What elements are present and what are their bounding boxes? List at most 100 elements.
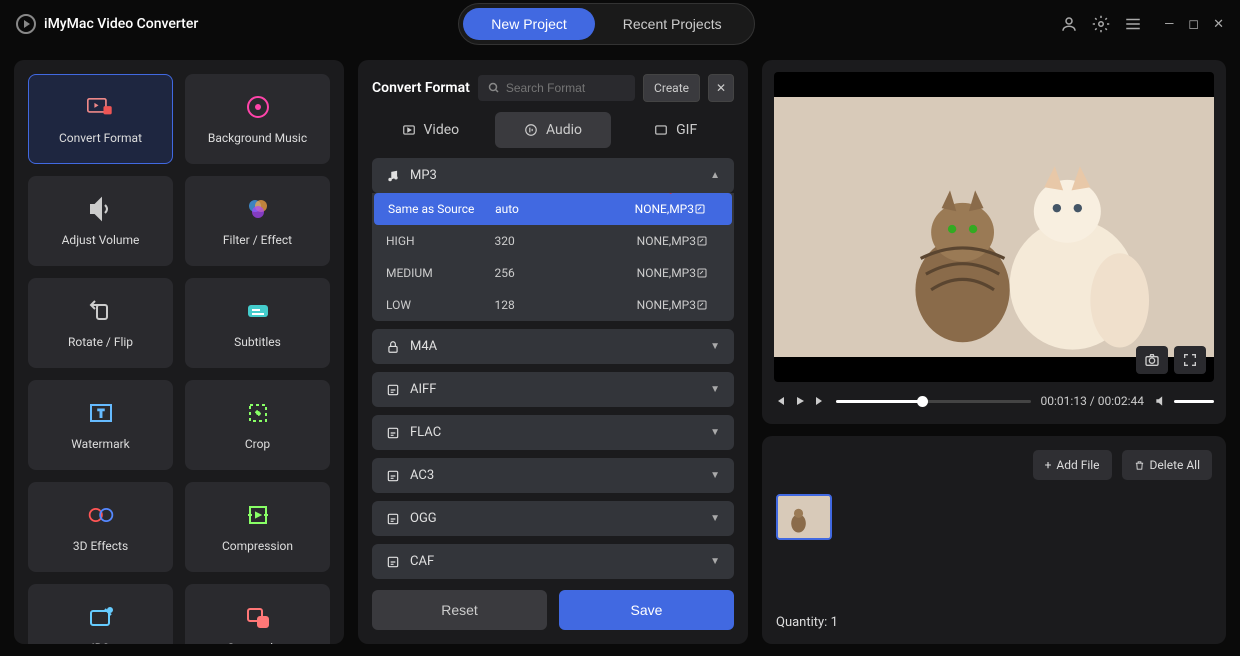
volume-slider[interactable] <box>1174 400 1214 403</box>
tab-video[interactable]: Video <box>372 112 489 148</box>
sidebar-item-label: Screenshot <box>227 641 287 644</box>
progress-bar[interactable] <box>836 400 1031 403</box>
sidebar-item-crop[interactable]: Crop <box>185 380 330 470</box>
format-mp3[interactable]: MP3 ▲ <box>372 158 734 193</box>
quality-label: Same as Source <box>388 202 495 216</box>
volume-control[interactable] <box>1154 394 1214 408</box>
right-column: 00:01:13 / 00:02:44 + Add File Delete Al… <box>762 60 1226 644</box>
quality-row-medium[interactable]: MEDIUM 256 NONE,MP3 <box>372 257 734 289</box>
video-frame[interactable] <box>774 72 1214 382</box>
chevron-down-icon: ▼ <box>710 427 720 438</box>
account-icon[interactable] <box>1060 15 1078 33</box>
sidebar-item-adjust-volume[interactable]: Adjust Volume <box>28 176 173 266</box>
prev-button[interactable] <box>774 395 786 407</box>
sidebar-item-filter-effect[interactable]: Filter / Effect <box>185 176 330 266</box>
gear-icon[interactable] <box>1092 15 1110 33</box>
delete-all-button[interactable]: Delete All <box>1122 450 1212 480</box>
add-file-label: Add File <box>1056 458 1099 472</box>
format-ogg[interactable]: OGG ▼ <box>372 501 734 536</box>
format-name: AC3 <box>410 468 434 483</box>
sidebar-item-3d-effects[interactable]: 3D Effects <box>28 482 173 572</box>
close-panel-button[interactable]: ✕ <box>708 74 734 102</box>
sidebar-item-screenshot[interactable]: Screenshot <box>185 584 330 644</box>
app-logo-icon <box>16 14 36 34</box>
convert-header: Convert Format Create ✕ <box>372 74 734 102</box>
format-name: MP3 <box>410 168 437 183</box>
format-aiff[interactable]: AIFF ▼ <box>372 372 734 407</box>
create-button[interactable]: Create <box>643 74 700 102</box>
edit-icon[interactable] <box>696 267 720 279</box>
time-display: 00:01:13 / 00:02:44 <box>1041 394 1144 408</box>
tool-grid: Convert Format Background Music Adjust V… <box>28 74 330 644</box>
sidebar-item-label: Background Music <box>208 131 307 145</box>
format-caf[interactable]: CAF ▼ <box>372 544 734 579</box>
thumbnail-area <box>776 494 1212 540</box>
audio-file-icon <box>386 555 400 569</box>
quality-row-low[interactable]: LOW 128 NONE,MP3 <box>372 289 734 321</box>
format-name: M4A <box>410 339 437 354</box>
reset-button[interactable]: Reset <box>372 590 547 630</box>
save-button[interactable]: Save <box>559 590 734 630</box>
sidebar-item-id3[interactable]: ID3 <box>28 584 173 644</box>
minimize-icon[interactable]: — <box>1164 17 1174 32</box>
quality-row-high[interactable]: HIGH 320 NONE,MP3 <box>372 225 734 257</box>
video-content <box>774 97 1214 357</box>
codec-value: NONE,MP3 <box>572 266 696 280</box>
svg-text:T: T <box>98 409 104 420</box>
search-input[interactable] <box>506 81 625 95</box>
format-flac[interactable]: FLAC ▼ <box>372 415 734 450</box>
next-button[interactable] <box>814 395 826 407</box>
video-overlay-actions <box>1136 346 1206 374</box>
snapshot-button[interactable] <box>1136 346 1168 374</box>
music-icon <box>244 93 272 121</box>
sidebar-item-convert-format[interactable]: Convert Format <box>28 74 173 164</box>
add-file-button[interactable]: + Add File <box>1033 450 1112 480</box>
bitrate-value: 256 <box>495 266 573 280</box>
edit-icon[interactable] <box>696 299 720 311</box>
search-format[interactable] <box>478 75 635 101</box>
recent-projects-button[interactable]: Recent Projects <box>595 8 750 40</box>
app-logo-wrap: iMyMac Video Converter <box>16 14 198 34</box>
format-ac3[interactable]: AC3 ▼ <box>372 458 734 493</box>
file-thumbnail[interactable] <box>776 494 832 540</box>
audio-file-icon <box>386 469 400 483</box>
format-list: MP3 ▲ Same as Source auto NONE,MP3 HIGH … <box>372 158 734 580</box>
header: iMyMac Video Converter New Project Recen… <box>0 0 1240 48</box>
sidebar-item-label: Rotate / Flip <box>68 335 133 349</box>
progress-knob[interactable] <box>917 396 928 407</box>
playbar: 00:01:13 / 00:02:44 <box>774 382 1214 408</box>
audio-file-icon <box>386 426 400 440</box>
chevron-down-icon: ▼ <box>710 384 720 395</box>
edit-icon[interactable] <box>696 235 720 247</box>
screenshot-icon <box>244 603 272 631</box>
sidebar-item-watermark[interactable]: T Watermark <box>28 380 173 470</box>
quality-row-same-as-source[interactable]: Same as Source auto NONE,MP3 <box>374 193 732 225</box>
fullscreen-button[interactable] <box>1174 346 1206 374</box>
sidebar-item-subtitles[interactable]: Subtitles <box>185 278 330 368</box>
file-actions: + Add File Delete All <box>776 450 1212 480</box>
sidebar-item-label: Filter / Effect <box>223 233 292 247</box>
lock-icon <box>386 340 400 354</box>
chevron-up-icon: ▲ <box>710 170 720 181</box>
tab-label: Video <box>424 122 460 138</box>
sidebar-item-compression[interactable]: Compression <box>185 482 330 572</box>
sidebar-item-label: Subtitles <box>234 335 281 349</box>
format-m4a[interactable]: M4A ▼ <box>372 329 734 364</box>
sidebar-item-background-music[interactable]: Background Music <box>185 74 330 164</box>
sidebar-item-rotate-flip[interactable]: Rotate / Flip <box>28 278 173 368</box>
playback-controls <box>774 395 826 407</box>
maximize-icon[interactable]: ◻ <box>1188 17 1199 32</box>
main-layout: Convert Format Background Music Adjust V… <box>0 48 1240 656</box>
play-button[interactable] <box>794 395 806 407</box>
sidebar-item-label: Watermark <box>71 437 130 451</box>
new-project-button[interactable]: New Project <box>463 8 594 40</box>
chevron-down-icon: ▼ <box>710 470 720 481</box>
sidebar-item-label: 3D Effects <box>73 539 128 553</box>
quality-label: MEDIUM <box>386 266 495 280</box>
tab-audio[interactable]: Audio <box>495 112 612 148</box>
app-title: iMyMac Video Converter <box>44 16 198 32</box>
close-icon[interactable]: ✕ <box>1213 17 1224 32</box>
edit-icon[interactable] <box>694 203 718 215</box>
tab-gif[interactable]: GIF <box>617 112 734 148</box>
menu-icon[interactable] <box>1124 15 1142 33</box>
